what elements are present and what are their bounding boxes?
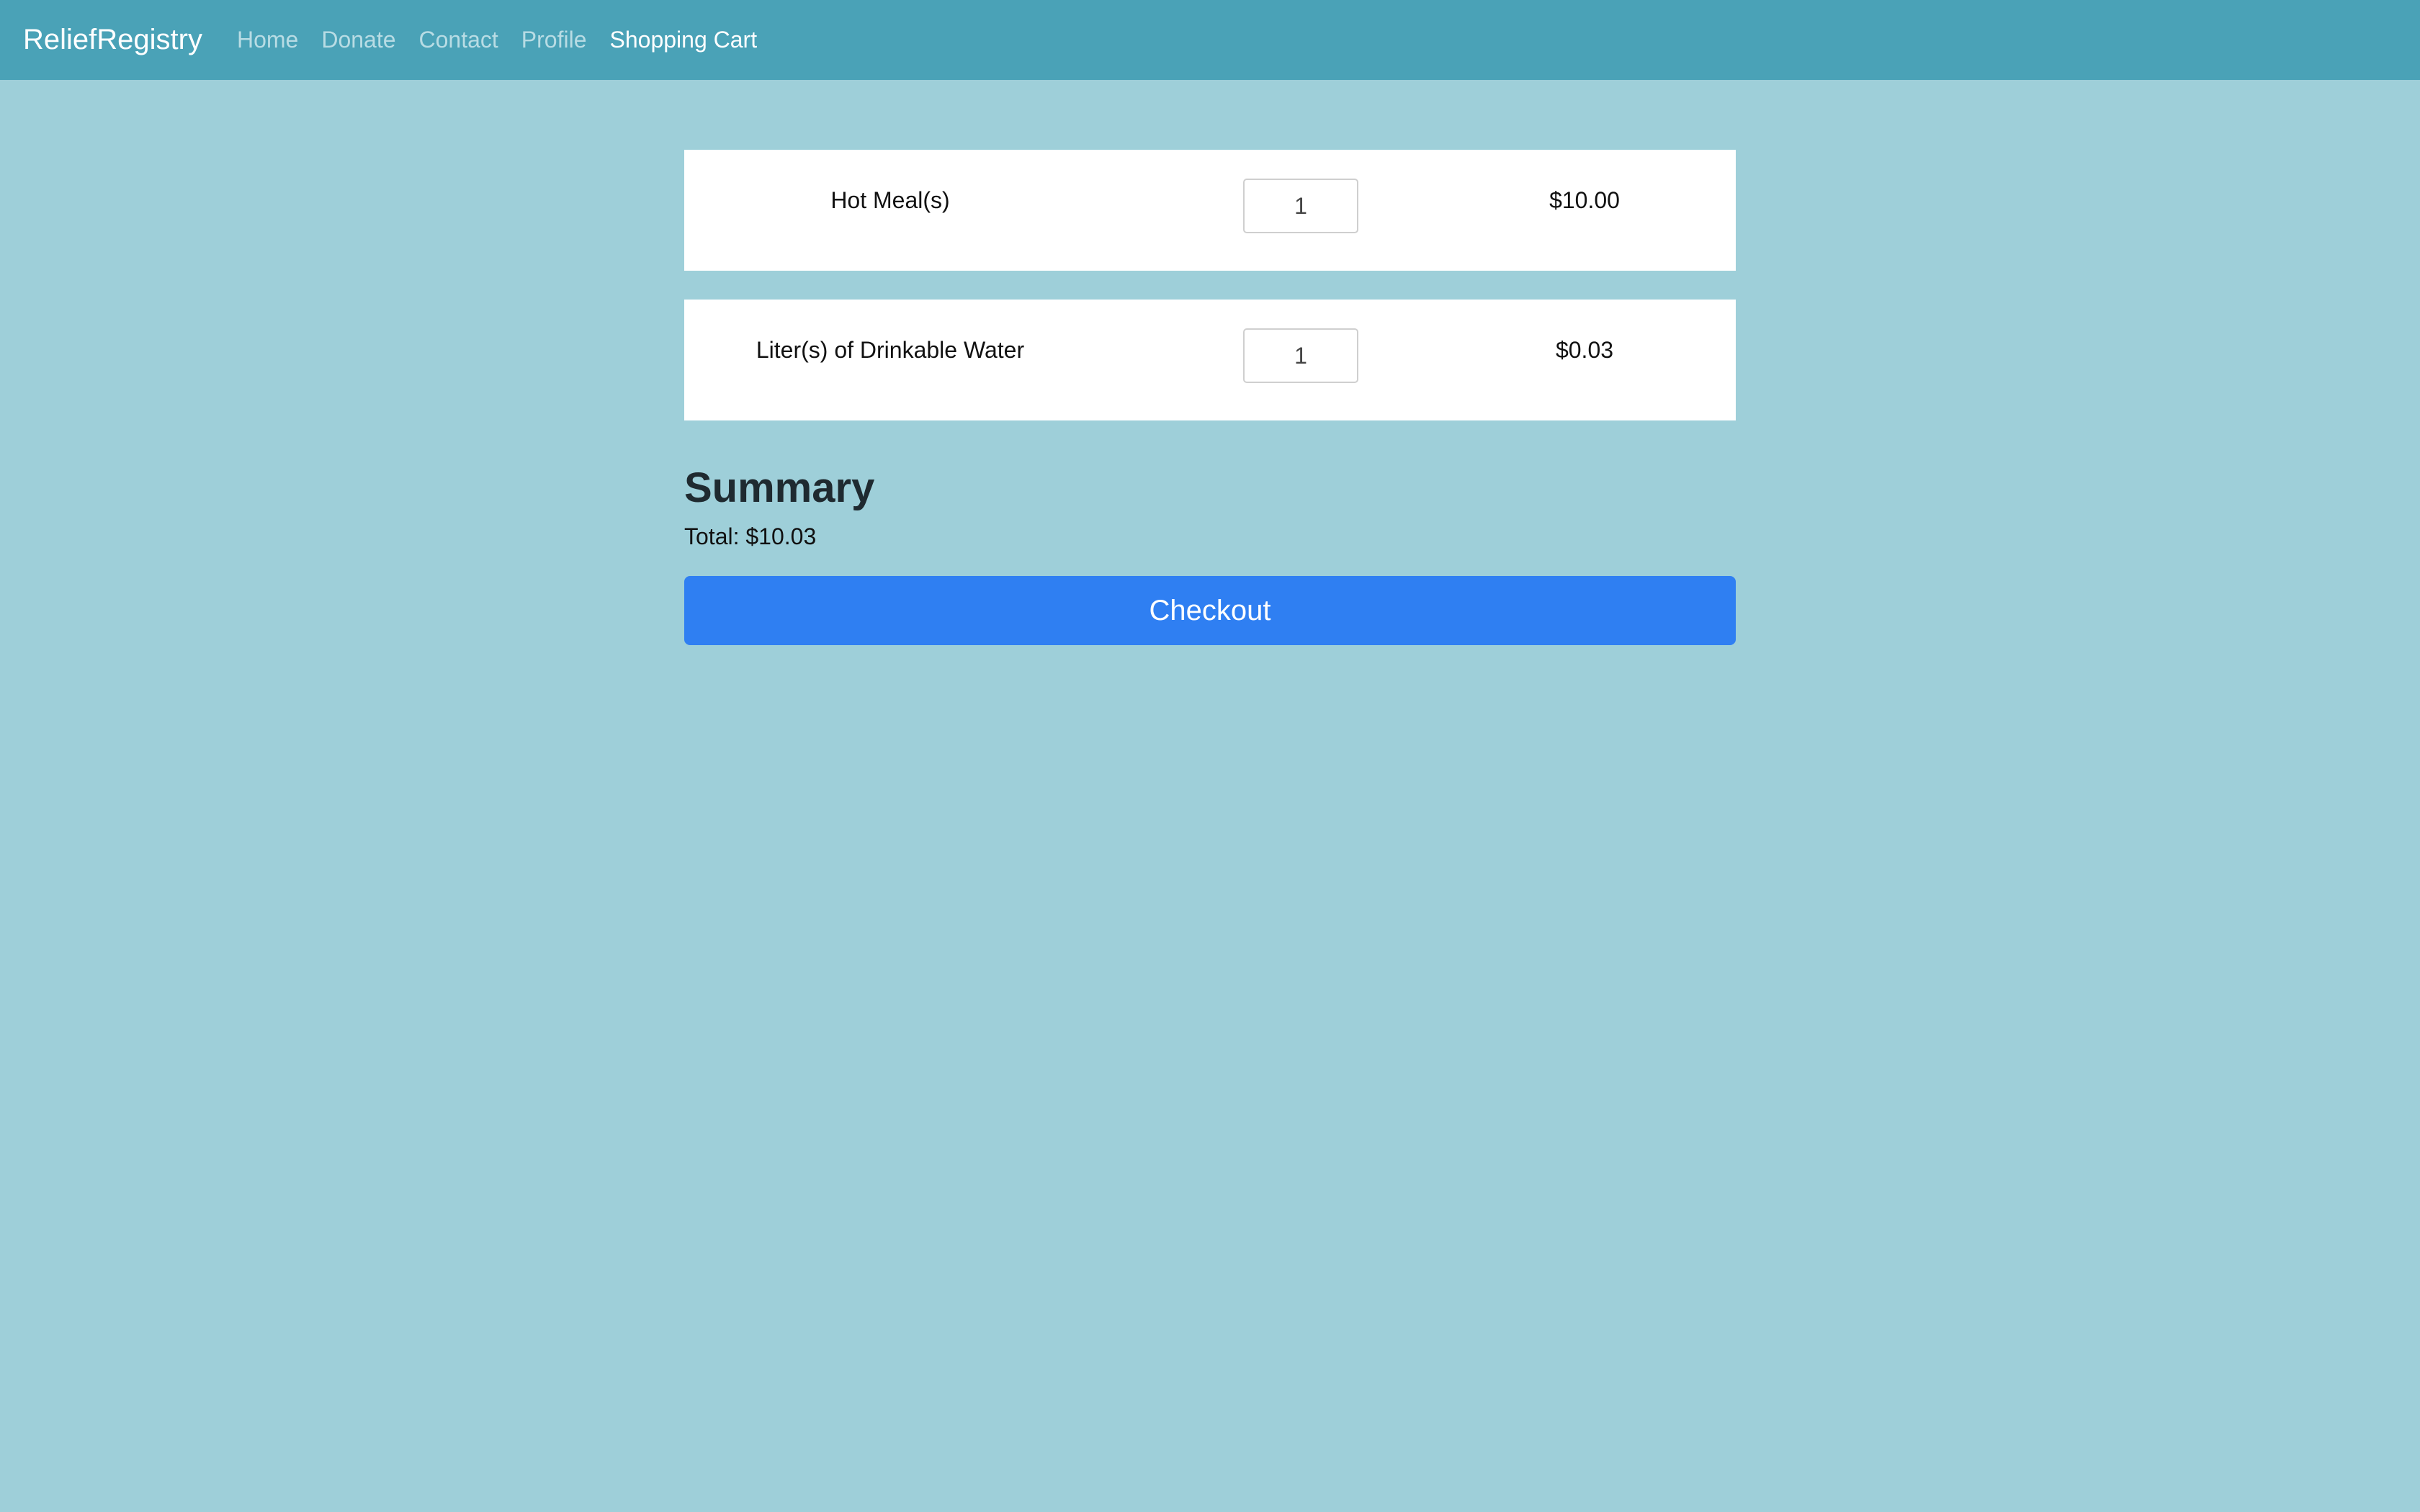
cart-item-price: $10.00 xyxy=(1549,187,1620,213)
summary-heading: Summary xyxy=(684,464,875,511)
summary-total: Total: $10.03 xyxy=(684,523,817,549)
cart-content: Hot Meal(s) $10.00 Liter(s) of Drinkable… xyxy=(684,150,1736,645)
cart-item-row: Hot Meal(s) $10.00 xyxy=(684,150,1736,271)
nav-link-donate[interactable]: Donate xyxy=(321,27,395,53)
cart-item-row: Liter(s) of Drinkable Water $0.03 xyxy=(684,300,1736,420)
cart-item-quantity-input[interactable] xyxy=(1243,328,1358,383)
nav-link-home[interactable]: Home xyxy=(237,27,298,53)
nav-link-shopping-cart[interactable]: Shopping Cart xyxy=(610,27,758,53)
cart-item-name: Liter(s) of Drinkable Water xyxy=(756,337,1025,363)
cart-item-name: Hot Meal(s) xyxy=(830,187,950,213)
cart-item-quantity-input[interactable] xyxy=(1243,179,1358,233)
nav-link-contact[interactable]: Contact xyxy=(419,27,498,53)
cart-item-price: $0.03 xyxy=(1555,337,1614,363)
nav-link-profile[interactable]: Profile xyxy=(521,27,587,53)
brand-link[interactable]: ReliefRegistry xyxy=(23,24,202,56)
top-navbar: ReliefRegistry Home Donate Contact Profi… xyxy=(0,0,2420,80)
checkout-button[interactable]: Checkout xyxy=(684,576,1736,645)
